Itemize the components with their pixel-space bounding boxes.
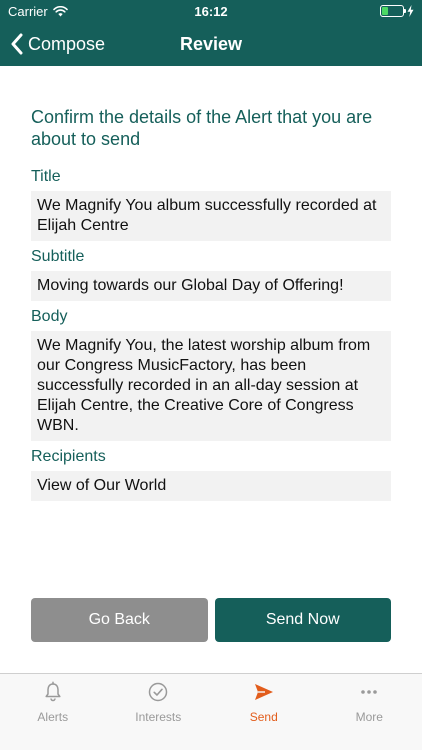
back-button-label: Compose — [28, 33, 106, 54]
charging-bolt-icon — [407, 5, 414, 17]
tab-send[interactable]: Send — [211, 674, 317, 750]
body-value: We Magnify You, the latest worship album… — [31, 331, 391, 441]
send-now-button[interactable]: Send Now — [214, 598, 391, 642]
tab-more-label: More — [355, 710, 383, 724]
title-value: We Magnify You album successfully record… — [31, 191, 391, 241]
battery-icon — [380, 5, 406, 17]
navigation-bar: Compose Review — [0, 22, 422, 66]
battery-indicator — [380, 5, 414, 17]
tab-alerts[interactable]: Alerts — [0, 674, 106, 750]
tab-alerts-label: Alerts — [37, 710, 69, 724]
paper-plane-icon — [254, 684, 273, 700]
tab-interests[interactable]: Interests — [106, 674, 212, 750]
recipients-label: Recipients — [31, 448, 106, 465]
recipients-value: View of Our World — [31, 471, 391, 501]
ellipsis-icon — [361, 690, 378, 694]
intro-text: Confirm the details of the Alert that yo… — [31, 107, 373, 149]
bell-icon — [45, 681, 61, 702]
subtitle-label: Subtitle — [31, 248, 85, 265]
back-button[interactable]: Compose — [10, 22, 105, 66]
status-bar: Carrier 16:12 — [0, 0, 422, 22]
tab-more[interactable]: More — [317, 674, 422, 750]
tab-bar: Alerts Interests Send More — [0, 673, 422, 750]
go-back-button[interactable]: Go Back — [31, 598, 208, 642]
battery-fill — [382, 7, 388, 15]
review-content: Confirm the details of the Alert that yo… — [31, 106, 391, 507]
chevron-left-icon — [11, 33, 23, 55]
action-buttons: Go Back Send Now — [31, 598, 391, 642]
tab-interests-label: Interests — [135, 710, 182, 724]
status-time: 16:12 — [194, 4, 228, 19]
title-label: Title — [31, 168, 61, 185]
body-label: Body — [31, 308, 68, 325]
checkmark-circle-icon — [149, 682, 168, 702]
tab-send-label: Send — [249, 710, 278, 724]
subtitle-value: Moving towards our Global Day of Offerin… — [31, 271, 391, 301]
